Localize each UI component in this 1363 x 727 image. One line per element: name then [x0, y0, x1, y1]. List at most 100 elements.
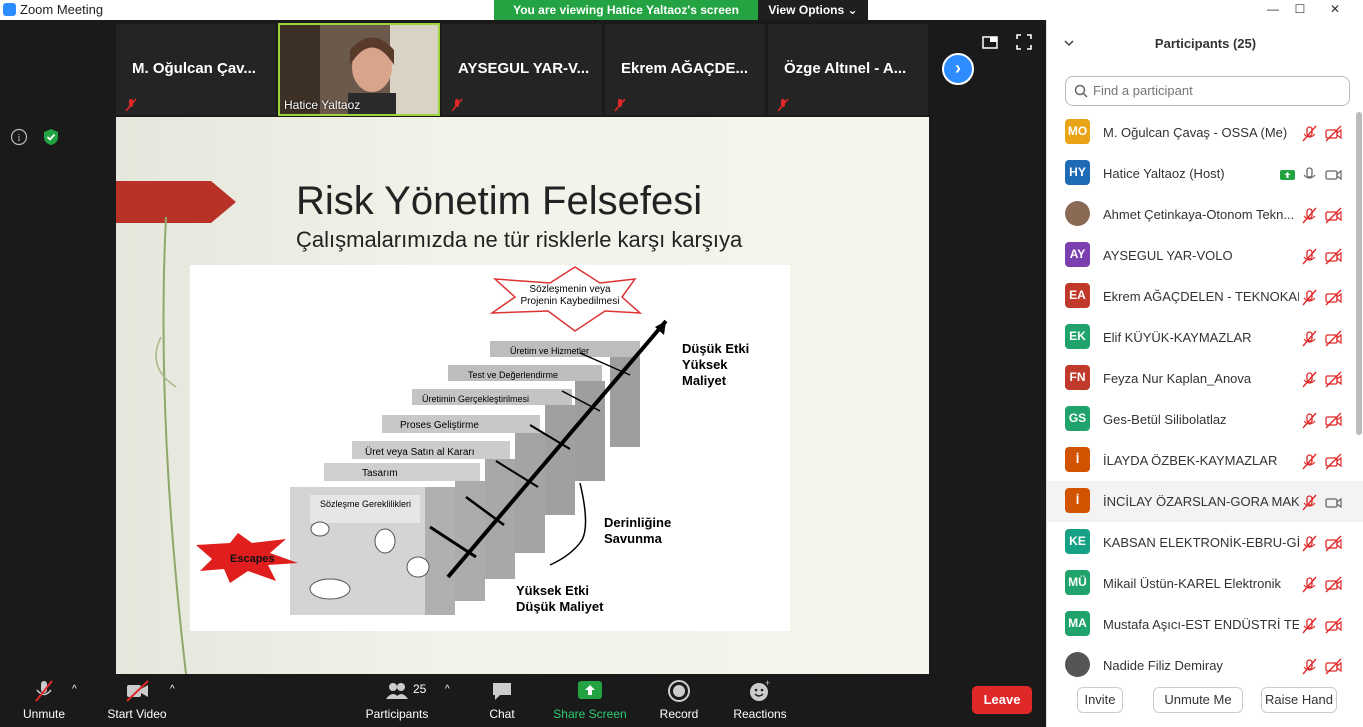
participant-name: Ahmet Çetinkaya-Otonom Tekn... — [1103, 207, 1295, 222]
video-tile-hatice[interactable]: Hatice Yaltaoz — [278, 23, 440, 116]
start-video-button[interactable]: Start Video — [104, 679, 170, 721]
avatar: İ — [1065, 447, 1090, 472]
muted-mic-icon — [1302, 617, 1317, 634]
raise-hand-button[interactable]: Raise Hand — [1261, 687, 1337, 713]
avatar: MO — [1065, 119, 1090, 144]
audio-options-caret[interactable]: ^ — [72, 684, 77, 695]
record-button[interactable]: Record — [656, 679, 702, 721]
maximize-button[interactable]: ☐ — [1287, 0, 1313, 18]
record-label: Record — [659, 707, 699, 721]
avatar: AY — [1065, 242, 1090, 267]
tile-name: Hatice Yaltaoz — [284, 98, 361, 112]
participant-name: İLAYDA ÖZBEK-KAYMAZLAR — [1103, 453, 1278, 468]
video-off-icon — [1325, 576, 1342, 593]
avatar: EK — [1065, 324, 1090, 349]
invite-button[interactable]: Invite — [1077, 687, 1123, 713]
unmute-button[interactable]: Unmute — [20, 679, 68, 721]
participants-icon — [386, 683, 408, 699]
participant-row[interactable]: İ İLAYDA ÖZBEK-KAYMAZLAR — [1047, 440, 1363, 481]
participant-tile[interactable]: AYSEGUL YAR-V... — [442, 24, 602, 115]
chat-button[interactable]: Chat — [482, 679, 522, 721]
window-title: Zoom Meeting — [20, 2, 104, 17]
participant-tile[interactable]: Ekrem AĞAÇDE... — [605, 24, 765, 115]
high-impact-line1: Yüksek Etki — [516, 583, 589, 598]
share-screen-button[interactable]: Share Screen — [552, 679, 628, 721]
participant-row[interactable]: MÜ Mikail Üstün-KAREL Elektronik — [1047, 563, 1363, 604]
view-options-button[interactable]: View Options ⌄ — [758, 0, 868, 20]
participant-name: Ges-Betül Silibolatlaz — [1103, 412, 1227, 427]
participant-name: Mustafa Aşıcı-EST ENDÜSTRİ TE... — [1103, 617, 1299, 632]
avatar: GS — [1065, 406, 1090, 431]
video-off-icon — [1325, 207, 1342, 224]
avatar: FN — [1065, 365, 1090, 390]
participants-count: 25 — [413, 682, 427, 696]
low-impact-line3: Maliyet — [682, 373, 727, 388]
participant-tile[interactable]: M. Oğulcan Çav... — [116, 24, 276, 115]
participant-search-input[interactable]: Find a participant — [1065, 76, 1350, 106]
participant-row[interactable]: Ahmet Çetinkaya-Otonom Tekn... — [1047, 194, 1363, 235]
video-off-icon — [1325, 453, 1342, 470]
defense-line2: Savunma — [604, 531, 663, 546]
participants-options-caret[interactable]: ^ — [445, 684, 450, 695]
close-button[interactable]: ✕ — [1322, 0, 1348, 18]
svg-text:Tasarım: Tasarım — [362, 468, 398, 479]
participant-name: Ekrem AĞAÇDELEN - TEKNOKAR — [1103, 289, 1299, 304]
leave-button[interactable]: Leave — [972, 686, 1032, 714]
info-icon[interactable]: i — [10, 128, 28, 146]
participant-name: Elif KÜYÜK-KAYMAZLAR — [1103, 330, 1252, 345]
star-top-line2: Projenin Kaybedilmesi — [521, 296, 620, 307]
reactions-label: Reactions — [733, 707, 787, 721]
participant-tile[interactable]: Özge Altınel - A... — [768, 24, 928, 115]
muted-mic-icon — [1302, 125, 1317, 142]
encryption-shield-icon[interactable] — [42, 128, 60, 146]
participant-name: KABSAN ELEKTRONİK-EBRU-GİZ... — [1103, 535, 1299, 550]
video-off-icon — [1325, 535, 1342, 552]
mic-icon — [1303, 167, 1316, 179]
svg-text:Üretim ve Hizmetler: Üretim ve Hizmetler — [510, 346, 589, 356]
participant-row[interactable]: EA Ekrem AĞAÇDELEN - TEKNOKAR — [1047, 276, 1363, 317]
video-off-icon — [1325, 330, 1342, 347]
video-off-icon — [1325, 412, 1342, 429]
participant-list-scrollbar[interactable] — [1356, 112, 1362, 435]
svg-text:Sözleşme Gereklilikleri: Sözleşme Gereklilikleri — [320, 499, 411, 509]
meeting-stage: M. Oğulcan Çav... Hatice Yaltaoz AYSEGUL… — [0, 20, 1046, 674]
avatar: KE — [1065, 529, 1090, 554]
participant-row[interactable]: KE KABSAN ELEKTRONİK-EBRU-GİZ... — [1047, 522, 1363, 563]
svg-text:Üretimin Gerçekleştirilmesi: Üretimin Gerçekleştirilmesi — [422, 394, 529, 404]
muted-mic-icon — [1302, 658, 1317, 675]
risk-diagram: Sözleşmenin veya Projenin Kaybedilmesi Ü… — [190, 265, 790, 631]
avatar — [1065, 201, 1090, 226]
participant-row[interactable]: MO M. Oğulcan Çavaş - OSSA (Me) — [1047, 112, 1363, 153]
participant-row[interactable]: AY AYSEGUL YAR-VOLO — [1047, 235, 1363, 276]
minimize-button[interactable]: — — [1260, 0, 1286, 18]
video-off-icon — [1325, 617, 1342, 634]
participant-row[interactable]: FN Feyza Nur Kaplan_Anova — [1047, 358, 1363, 399]
avatar: MÜ — [1065, 570, 1090, 595]
fullscreen-icon[interactable] — [1016, 34, 1032, 50]
next-page-button[interactable]: › — [942, 53, 974, 85]
unmute-label: Unmute — [22, 707, 66, 721]
participant-row[interactable]: Nadide Filiz Demiray — [1047, 645, 1363, 686]
panel-title: Participants (25) — [1154, 36, 1257, 51]
muted-mic-icon — [125, 98, 137, 112]
reactions-button[interactable]: + Reactions — [730, 679, 790, 721]
avatar: MA — [1065, 611, 1090, 636]
layout-icon[interactable] — [982, 34, 998, 50]
video-options-caret[interactable]: ^ — [170, 684, 175, 695]
high-impact-line2: Düşük Maliyet — [516, 599, 604, 614]
participant-row[interactable]: GS Ges-Betül Silibolatlaz — [1047, 399, 1363, 440]
video-icon — [1325, 169, 1342, 181]
zoom-logo-icon — [3, 3, 16, 16]
participant-row[interactable]: EK Elif KÜYÜK-KAYMAZLAR — [1047, 317, 1363, 358]
unmute-me-button[interactable]: Unmute Me — [1153, 687, 1243, 713]
participant-row[interactable]: İ İNCİLAY ÖZARSLAN-GORA MAK... — [1047, 481, 1363, 522]
participants-label: Participants — [365, 707, 429, 721]
tile-name: Özge Altınel - A... — [784, 60, 907, 77]
svg-text:i: i — [18, 133, 21, 144]
participant-row[interactable]: HY Hatice Yaltaoz (Host) — [1047, 153, 1363, 194]
search-icon — [1074, 84, 1088, 98]
viewing-screen-banner: You are viewing Hatice Yaltaoz's screen — [494, 0, 758, 20]
participant-row[interactable]: MA Mustafa Aşıcı-EST ENDÜSTRİ TE... — [1047, 604, 1363, 645]
meeting-toolbar: Unmute ^ Start Video ^ Participants 25 ^… — [0, 674, 1046, 727]
participant-name: Hatice Yaltaoz (Host) — [1103, 166, 1225, 181]
